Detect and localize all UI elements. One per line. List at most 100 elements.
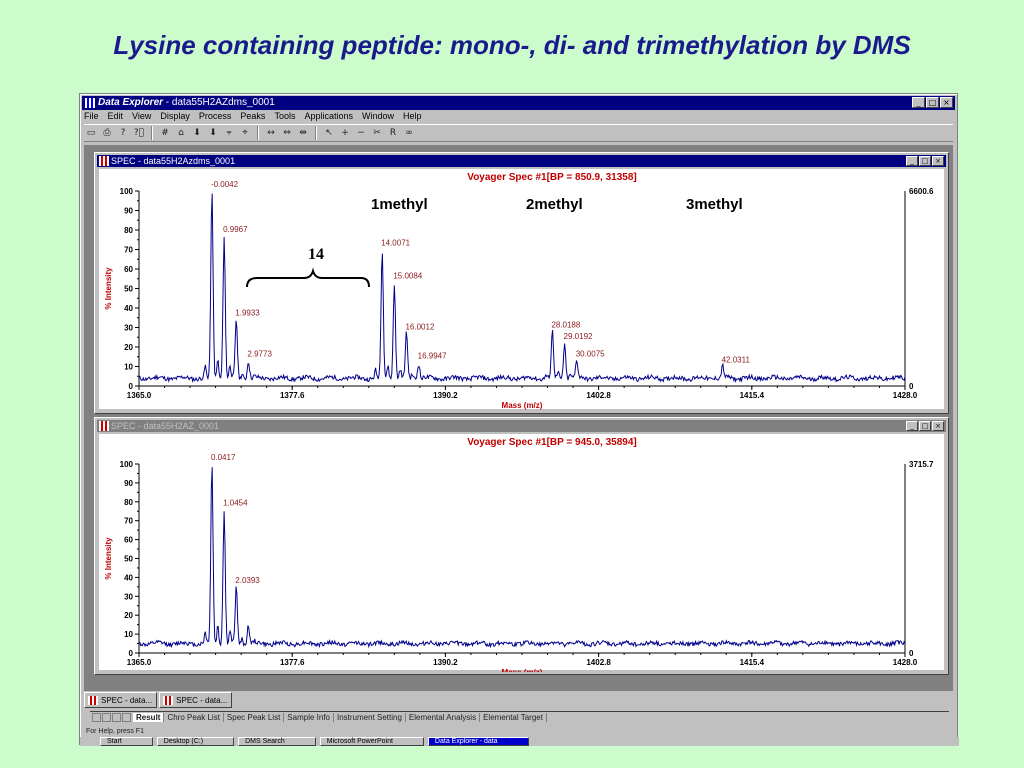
toolbar-separator [151, 126, 153, 140]
x-axis-label: Mass (m/z) [502, 401, 543, 410]
y-tick-label: 80 [124, 226, 133, 235]
zoom-center-icon[interactable]: ⇔ [280, 127, 294, 140]
menu-window[interactable]: Window [362, 111, 394, 124]
spectrum-header: Voyager Spec #1[BP = 850.9, 31358] [467, 172, 636, 183]
zoom-in-icon[interactable]: ↔ [264, 127, 278, 140]
toolbar-separator [315, 126, 317, 140]
taskbar-item-active[interactable]: Data Explorer - data [427, 737, 529, 746]
spectrum-window-2[interactable]: SPEC - data55H2AZ_0001 _ □ × Voyager Spe… [94, 417, 949, 675]
mdi-tab-spec-1[interactable]: SPEC - data... [84, 692, 158, 708]
app-titlebar[interactable]: Data Explorer - data55H2AZdms_0001 _ □ × [82, 96, 955, 110]
ruler-icon[interactable]: ⫧ [222, 127, 236, 140]
app-title-file: - data55H2AZdms_0001 [163, 97, 275, 108]
arrow-down-icon[interactable]: ⬇ [190, 127, 204, 140]
menu-display[interactable]: Display [160, 111, 190, 124]
spectrum-chart-1[interactable]: Voyager Spec #1[BP = 850.9, 31358] 0 10 20 3… [99, 169, 946, 411]
toolbar-separator [257, 126, 259, 140]
peak-label: 1.9933 [235, 309, 260, 318]
minimize-button[interactable]: _ [906, 156, 918, 166]
y-tick-label: 50 [124, 285, 133, 294]
prev-tab-button[interactable] [102, 713, 111, 722]
spectrum-trace [139, 467, 906, 649]
spectrum-plot-1[interactable]: Voyager Spec #1[BP = 850.9, 31358] 0 10 20 3… [99, 169, 946, 411]
result-tabs-bar: Result Chro Peak List Spec Peak List Sam… [90, 711, 949, 723]
open-icon[interactable]: ▭ [84, 127, 98, 140]
annotation-14: 14 [308, 246, 324, 263]
spectrum-icon [88, 696, 98, 705]
maximize-button[interactable]: □ [919, 421, 931, 431]
maximize-button[interactable]: □ [926, 97, 939, 108]
arrow-down2-icon[interactable]: ⬇ [206, 127, 220, 140]
scissors-icon[interactable]: ✂ [370, 127, 384, 140]
close-button[interactable]: × [932, 156, 944, 166]
y-tick-label: 20 [124, 611, 133, 620]
x-tick-label: 1415.4 [740, 658, 765, 667]
pointer-icon[interactable]: ↖ [322, 127, 336, 140]
last-tab-button[interactable] [122, 713, 131, 722]
tab-spec-peak-list[interactable]: Spec Peak List [224, 713, 285, 722]
menu-view[interactable]: View [132, 111, 151, 124]
close-button[interactable]: × [932, 421, 944, 431]
minimize-button[interactable]: _ [912, 97, 925, 108]
taskbar-item[interactable]: DMS Search [238, 737, 316, 746]
link-icon[interactable]: ∞ [402, 127, 416, 140]
menubar: File Edit View Display Process Peaks Too… [84, 111, 422, 124]
x-tick-label: 1390.2 [433, 658, 458, 667]
y-axis-label: % Intensity [104, 537, 113, 580]
y-tick-label: 10 [124, 630, 133, 639]
spectrum-title-text: SPEC - data55H2AZ_0001 [111, 421, 220, 431]
ra-icon[interactable]: R [386, 127, 400, 140]
next-tab-button[interactable] [112, 713, 121, 722]
spectrum-chart-2[interactable]: Voyager Spec #1[BP = 945.0, 35894] 0 10 20 3… [99, 434, 946, 672]
menu-help[interactable]: Help [403, 111, 422, 124]
tab-sample-info[interactable]: Sample Info [284, 713, 334, 722]
minimize-button[interactable]: _ [906, 421, 918, 431]
peak-label: 16.9947 [418, 352, 447, 361]
spectrum-window-1[interactable]: SPEC - data55H2Azdms_0001 _ □ × Voyager … [94, 152, 949, 414]
maximize-button[interactable]: □ [919, 156, 931, 166]
label-icon[interactable]: ⌖ [238, 127, 252, 140]
x-tick-label: 1428.0 [893, 658, 918, 667]
x-tick-label: 1402.8 [586, 391, 611, 400]
peak-label: 14.0071 [381, 239, 410, 248]
tab-elemental-analysis[interactable]: Elemental Analysis [406, 713, 481, 722]
grid-icon[interactable]: # [158, 127, 172, 140]
mdi-tab-spec-2[interactable]: SPEC - data... [159, 692, 233, 708]
print-icon[interactable]: ⎙ [100, 127, 114, 140]
spectrum-plot-2[interactable]: Voyager Spec #1[BP = 945.0, 35894] 0 10 20 3… [99, 434, 946, 672]
spectrum-icon [99, 156, 109, 166]
menu-applications[interactable]: Applications [304, 111, 353, 124]
y-tick-label: 90 [124, 479, 133, 488]
plus-icon[interactable]: + [338, 127, 352, 140]
tab-elemental-target[interactable]: Elemental Target [480, 713, 547, 722]
tab-nav-buttons [92, 713, 131, 722]
spectrum-window-title[interactable]: SPEC - data55H2Azdms_0001 _ □ × [97, 155, 946, 167]
x-tick-label: 1402.8 [586, 658, 611, 667]
tab-chro-peak-list[interactable]: Chro Peak List [164, 713, 224, 722]
data-explorer-window: Data Explorer - data55H2AZdms_0001 _ □ ×… [79, 93, 959, 746]
first-tab-button[interactable] [92, 713, 101, 722]
x-axis-label: Mass (m/z) [502, 668, 543, 672]
context-help-icon[interactable]: ?⃝ [132, 127, 146, 140]
menu-edit[interactable]: Edit [108, 111, 124, 124]
y-tick-label: 80 [124, 498, 133, 507]
x-tick-label: 1377.6 [280, 391, 305, 400]
menu-process[interactable]: Process [199, 111, 232, 124]
menu-peaks[interactable]: Peaks [240, 111, 265, 124]
help-icon[interactable]: ? [116, 127, 130, 140]
peak-label: 0.0417 [211, 453, 236, 462]
peak-icon[interactable]: ⌂ [174, 127, 188, 140]
tab-instrument-setting[interactable]: Instrument Setting [334, 713, 406, 722]
tab-result[interactable]: Result [133, 713, 165, 722]
y-tick-label: 0 [129, 649, 134, 658]
spectrum-window-title[interactable]: SPEC - data55H2AZ_0001 _ □ × [97, 420, 946, 432]
annotation-2methyl: 2methyl [526, 196, 583, 213]
menu-file[interactable]: File [84, 111, 99, 124]
taskbar-start[interactable]: Start [100, 737, 153, 746]
zoom-out-icon[interactable]: ⇹ [296, 127, 310, 140]
close-button[interactable]: × [940, 97, 953, 108]
taskbar-item[interactable]: Microsoft PowerPoint [319, 737, 424, 746]
minus-icon[interactable]: − [354, 127, 368, 140]
taskbar-item[interactable]: Desktop (C:) [156, 737, 235, 746]
menu-tools[interactable]: Tools [274, 111, 295, 124]
